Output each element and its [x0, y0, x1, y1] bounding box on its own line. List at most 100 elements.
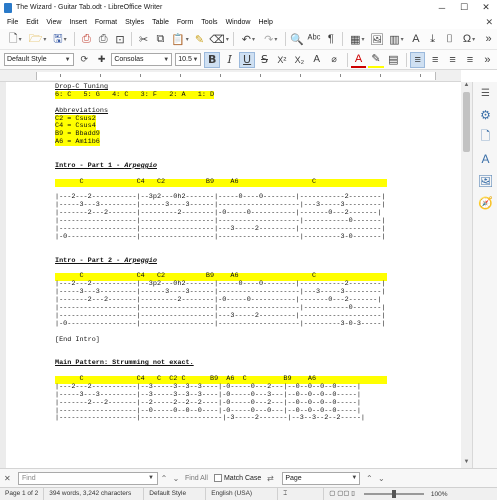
new-document-icon[interactable]: 🗋 ▾: [4, 30, 26, 48]
clear-formatting-icon[interactable]: ⌫ ▾: [208, 30, 230, 48]
gallery-icon[interactable]: 🖼: [473, 170, 497, 192]
menu-table[interactable]: Table: [148, 19, 173, 26]
spelling-icon[interactable]: ᴬᵇᶜ: [306, 30, 323, 48]
page-style[interactable]: Default Style: [144, 487, 207, 500]
align-right-icon[interactable]: ≡: [445, 52, 460, 68]
close-window-button[interactable]: ✕: [475, 0, 497, 15]
document-line[interactable]: |-------------------|-------------------…: [55, 414, 440, 423]
paste-icon[interactable]: 📋 ▾: [169, 30, 191, 48]
more-options-icon[interactable]: »: [480, 30, 497, 48]
clear-direct-formatting-icon[interactable]: ⌀: [326, 52, 341, 68]
horizontal-ruler[interactable]: [0, 70, 461, 82]
minimize-button[interactable]: ─: [431, 0, 453, 15]
strikethrough-button[interactable]: S: [257, 52, 272, 68]
italic-button[interactable]: I: [222, 52, 237, 68]
menu-window[interactable]: Window: [222, 19, 255, 26]
document-line[interactable]: [55, 100, 440, 108]
new-style-icon[interactable]: ✚: [94, 52, 109, 68]
print-icon[interactable]: ⎙: [95, 30, 112, 48]
redo-icon[interactable]: ↷ ▾: [260, 30, 282, 48]
export-pdf-icon[interactable]: ⎙: [78, 30, 95, 48]
find-replace-icon[interactable]: 🔍: [289, 30, 306, 48]
match-case-checkbox[interactable]: [213, 474, 222, 482]
more-formatting-icon[interactable]: »: [480, 52, 495, 68]
scope-down-icon[interactable]: ⌄: [375, 474, 387, 483]
zoom-level[interactable]: 100%: [428, 491, 448, 498]
document-line[interactable]: B9 = Bbadd9: [55, 130, 440, 139]
save-icon[interactable]: 🖫 ▾: [49, 30, 71, 48]
font-name-select[interactable]: Consolas ▼: [111, 53, 173, 66]
document-line[interactable]: |-0-----------------|------------------|…: [55, 320, 440, 329]
document-line[interactable]: 6: C 5: G 4: C 3: F 2: A 1: D: [55, 90, 440, 100]
bold-button[interactable]: B: [204, 51, 220, 68]
document-text[interactable]: Drop-C Tuning 6: C 5: G 4: C 3: F 2: A 1:…: [55, 83, 440, 423]
undo-icon[interactable]: ↶ ▾: [237, 30, 259, 48]
menu-form[interactable]: Form: [173, 19, 197, 26]
insert-page-break-icon[interactable]: ⤓: [424, 30, 441, 48]
find-replace-icon[interactable]: ⇄: [264, 474, 276, 483]
superscript-button[interactable]: X²: [274, 52, 289, 68]
find-previous-icon[interactable]: ⌃: [158, 474, 170, 483]
insert-image-icon[interactable]: 🖼: [368, 30, 385, 48]
document-line[interactable]: C2 = Csus2: [55, 114, 440, 124]
clone-formatting-icon[interactable]: ✎: [191, 30, 208, 48]
menu-tools[interactable]: Tools: [197, 19, 221, 26]
selection-mode-icon[interactable]: ⌶: [278, 487, 325, 500]
sidebar-menu-icon[interactable]: ☰: [473, 82, 497, 104]
document-canvas[interactable]: Drop-C Tuning 6: C 5: G 4: C 3: F 2: A 1:…: [0, 82, 461, 468]
underline-button[interactable]: U: [239, 51, 255, 68]
shadow-button[interactable]: A: [309, 52, 324, 68]
document-line[interactable]: Intro - Part 1 - Arpeggio: [55, 162, 440, 171]
insert-chart-icon[interactable]: ▥ ▾: [385, 30, 407, 48]
document-line[interactable]: A6 = Am11b6: [55, 138, 440, 147]
align-left-icon[interactable]: ≡: [410, 51, 426, 68]
properties-icon[interactable]: ⚙: [473, 104, 497, 126]
scroll-up-icon[interactable]: ▲: [461, 82, 472, 91]
document-line[interactable]: C C4 C2 B9 A6 C: [55, 178, 440, 187]
document-line[interactable]: Intro - Part 2 - Arpeggio: [55, 257, 440, 266]
document-line[interactable]: [55, 242, 440, 250]
close-document-icon[interactable]: ✕: [485, 17, 493, 28]
align-center-icon[interactable]: ≡: [427, 52, 442, 68]
subscript-button[interactable]: X₂: [292, 52, 307, 68]
insert-text-box-icon[interactable]: A: [408, 30, 425, 48]
scroll-down-icon[interactable]: ▼: [461, 459, 472, 468]
insert-table-icon[interactable]: ▦ ▾: [346, 30, 368, 48]
view-layout-icons[interactable]: ▢ ▢▢ ▯: [324, 488, 360, 500]
navigator-icon[interactable]: 🧭: [473, 192, 497, 214]
scrollbar-thumb[interactable]: [463, 92, 470, 152]
open-folder-icon[interactable]: 🗁 ▾: [26, 30, 48, 48]
zoom-slider-knob[interactable]: [391, 490, 396, 498]
insert-field-icon[interactable]: ⌷: [441, 30, 458, 48]
page-count[interactable]: Page 1 of 2: [0, 487, 45, 500]
styles-icon[interactable]: A: [473, 148, 497, 170]
menu-styles[interactable]: Styles: [121, 19, 148, 26]
menu-help[interactable]: Help: [254, 19, 276, 26]
maximize-button[interactable]: ☐: [453, 0, 475, 15]
search-scope-select[interactable]: Page ▼: [282, 471, 361, 485]
menu-format[interactable]: Format: [91, 19, 121, 26]
menu-edit[interactable]: Edit: [22, 19, 42, 26]
close-find-toolbar-icon[interactable]: ✕: [4, 474, 18, 483]
update-style-icon[interactable]: ⟳: [77, 52, 92, 68]
find-input[interactable]: Find ▼: [18, 471, 158, 485]
font-color-icon[interactable]: A: [350, 52, 367, 68]
find-all-button[interactable]: Find All: [185, 475, 208, 482]
document-line[interactable]: [55, 147, 440, 155]
document-page[interactable]: Drop-C Tuning 6: C 5: G 4: C 3: F 2: A 1:…: [6, 82, 461, 468]
scope-up-icon[interactable]: ⌃: [363, 474, 375, 483]
formatting-marks-icon[interactable]: ¶: [322, 30, 339, 48]
document-line[interactable]: [55, 329, 440, 337]
document-line[interactable]: Main Pattern: Strumming not exact.: [55, 359, 440, 368]
vertical-scrollbar[interactable]: ▲ ▼: [461, 82, 472, 468]
copy-icon[interactable]: ⧉: [152, 30, 169, 48]
menu-view[interactable]: View: [42, 19, 65, 26]
menu-insert[interactable]: Insert: [65, 19, 91, 26]
justify-icon[interactable]: ≡: [462, 52, 477, 68]
zoom-slider[interactable]: [363, 490, 424, 498]
document-line[interactable]: |-0-----------------|------------------|…: [55, 233, 440, 242]
page-icon[interactable]: 🗋: [473, 126, 497, 148]
paragraph-style-select[interactable]: Default Style ▼: [4, 53, 74, 66]
highlight-color-icon[interactable]: ✎: [368, 52, 384, 68]
language[interactable]: English (USA): [206, 487, 279, 500]
